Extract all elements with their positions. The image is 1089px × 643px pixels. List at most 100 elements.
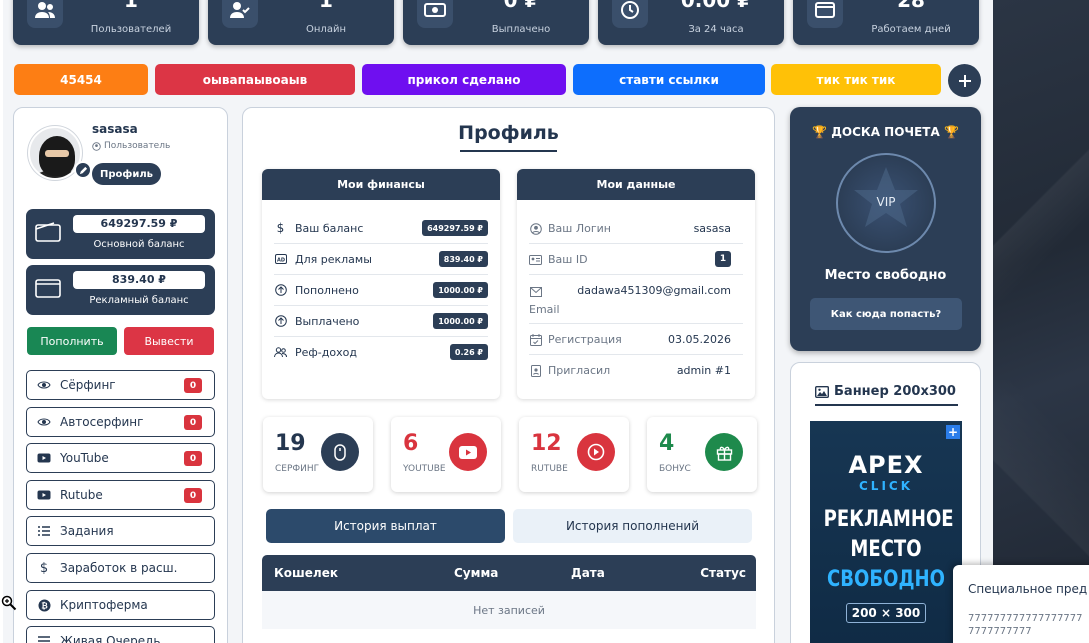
mydata-header: Мои данные	[517, 169, 755, 200]
popup-title: Специальное пред	[968, 582, 1088, 596]
menu-item-rutube[interactable]: Rutube 0	[26, 480, 215, 510]
play-circle-icon	[577, 433, 615, 471]
data-row-label: Пригласил	[548, 364, 611, 377]
tab-payout-history[interactable]: История выплат	[266, 509, 505, 543]
counter-card-bonus: 4 БОНУС	[647, 417, 757, 492]
withdraw-button[interactable]: Вывести	[124, 327, 214, 355]
category-button-4[interactable]: ставти ссылки	[573, 64, 765, 95]
users-icon	[274, 346, 287, 359]
page: 1 Пользователей 1 Онлайн 0 ₽ Выплачено 0…	[0, 0, 1089, 643]
ad-size-label: 200 × 300	[846, 603, 926, 623]
data-row-label-wrap: Пригласил	[529, 364, 610, 377]
profile-button[interactable]: Профиль	[92, 163, 161, 185]
eye-icon	[37, 415, 51, 429]
mydata-box: Мои данные Ваш Логин sasasa Ваш ID 1 dad…	[517, 169, 755, 399]
stat-card-paid: 0 ₽ Выплачено	[403, 0, 589, 45]
gift-icon	[705, 433, 743, 471]
column-header-wallet: Кошелек	[274, 566, 339, 580]
data-row-email: dadawa451309@gmail.com Email	[529, 275, 743, 324]
main-balance-label: Основной баланс	[93, 239, 185, 250]
category-button-1[interactable]: 45454	[14, 64, 148, 95]
special-offer-popup[interactable]: Специальное пред 77777777777777777777777…	[953, 565, 1089, 643]
honor-board: 🏆 ДОСКА ПОЧЕТА 🏆 VIP Место свободно Как …	[790, 107, 981, 351]
category-button-2[interactable]: оывапаывоаыв	[155, 64, 355, 95]
arrow-up-circle-icon	[274, 315, 287, 328]
svg-text:AD: AD	[276, 258, 284, 264]
stat-label: Работаем дней	[871, 24, 951, 35]
title-underline	[460, 150, 557, 152]
user-role-text: Пользователь	[104, 141, 171, 151]
login-value: sasasa	[693, 222, 731, 235]
menu-item-live-queue[interactable]: Живая Очередь	[26, 626, 215, 643]
edit-avatar-button[interactable]	[74, 161, 92, 179]
menu-item-youtube[interactable]: YouTube 0	[26, 443, 215, 473]
finance-row-value: 1000.00 ₽	[433, 282, 488, 298]
menu-item-extension-earnings[interactable]: $ Заработок в расш.	[26, 553, 215, 583]
stat-label: Пользователей	[90, 24, 172, 35]
dollar-icon: $	[39, 560, 49, 576]
data-row-registration: Регистрация 03.05.2026	[529, 324, 743, 355]
finance-row-label: Выплачено	[295, 314, 360, 328]
menu-item-autosurfing[interactable]: Автосерфинг 0	[26, 407, 215, 437]
banner-title: Баннер 200x300	[791, 384, 980, 399]
user-role: Пользователь	[92, 141, 170, 151]
vip-label: VIP	[876, 195, 896, 209]
stat-value: 1	[319, 0, 333, 12]
menu-item-cryptofarm[interactable]: ₿ Криптоферма	[26, 590, 215, 620]
finances-box: Мои финансы $ Ваш баланс 649297.59 ₽ AD …	[262, 169, 500, 399]
category-button-5[interactable]: тик тик тик	[771, 64, 941, 95]
history-table-header: Кошелек Сумма Дата Статус	[262, 555, 756, 591]
menu-item-count: 0	[184, 378, 202, 393]
category-button-3[interactable]: прикол сделано	[362, 64, 566, 95]
menu-item-label: Живая Очередь	[60, 634, 161, 643]
arrow-up-circle-icon	[274, 284, 287, 297]
stat-label: За 24 часа	[688, 24, 744, 35]
ad-brand-sub: CLICK	[858, 479, 914, 493]
column-header-status: Статус	[700, 566, 746, 580]
id-badge-icon	[529, 364, 542, 377]
add-category-button[interactable]	[948, 64, 981, 97]
counter-value: 19	[275, 431, 306, 456]
profile-panel: Профиль Мои финансы $ Ваш баланс 649297.…	[242, 107, 775, 643]
users-icon	[27, 0, 63, 28]
tab-deposit-history[interactable]: История пополнений	[513, 509, 752, 543]
finance-row-value: 839.40 ₽	[438, 251, 488, 267]
deposit-button[interactable]: Пополнить	[27, 327, 117, 355]
menu-item-surfing[interactable]: Сёрфинг 0	[26, 370, 215, 400]
honor-board-title: 🏆 ДОСКА ПОЧЕТА 🏆	[812, 125, 959, 139]
history-table-empty: Нет записей	[262, 591, 756, 629]
menu-item-label: YouTube	[60, 451, 109, 465]
counter-card-rutube: 12 RUTUBE	[519, 417, 629, 492]
user-check-icon	[222, 0, 258, 28]
wallet-icon	[807, 0, 843, 28]
menu-item-tasks[interactable]: Задания	[26, 516, 215, 546]
youtube-icon	[37, 451, 51, 465]
plus-icon[interactable]: +	[946, 425, 960, 439]
envelope-icon	[529, 285, 542, 298]
counter-value: 4	[659, 431, 675, 456]
finance-row-deposited: Пополнено 1000.00 ₽	[274, 275, 488, 306]
data-row-label-wrap: Регистрация	[529, 333, 622, 346]
mouse-icon	[321, 433, 359, 471]
menu-item-label: Сёрфинг	[60, 378, 116, 392]
data-row-label-wrap: Ваш Логин	[529, 222, 611, 235]
finance-row-label: Реф-доход	[295, 346, 357, 359]
stat-card-users: 1 Пользователей	[13, 0, 199, 45]
how-to-get-here-button[interactable]: Как сюда попасть?	[810, 298, 962, 330]
honor-free-text: Место свободно	[824, 268, 947, 283]
youtube-icon	[449, 433, 487, 471]
money-icon	[417, 0, 453, 28]
ad-line-3: СВОБОДНО	[827, 567, 945, 592]
vip-badge: VIP	[836, 153, 936, 253]
ads-balance-card: 839.40 ₽ Рекламный баланс	[26, 265, 215, 315]
stat-value: 0 ₽	[503, 0, 539, 12]
banner-title-text: Баннер 200x300	[834, 384, 956, 399]
referrer-value: admin #1	[676, 364, 731, 377]
ad-banner-image[interactable]: + APEX CLICK РЕКЛАМНОЕ МЕСТО СВОБОДНО 20…	[810, 421, 962, 643]
counter-label: YOUTUBE	[403, 464, 446, 474]
data-row-id: Ваш ID 1	[529, 244, 743, 275]
counter-value: 6	[403, 431, 419, 456]
dark-side-panel	[993, 0, 1089, 643]
menu-item-label: Rutube	[60, 488, 103, 502]
finance-row-value: 649297.59 ₽	[422, 220, 488, 236]
